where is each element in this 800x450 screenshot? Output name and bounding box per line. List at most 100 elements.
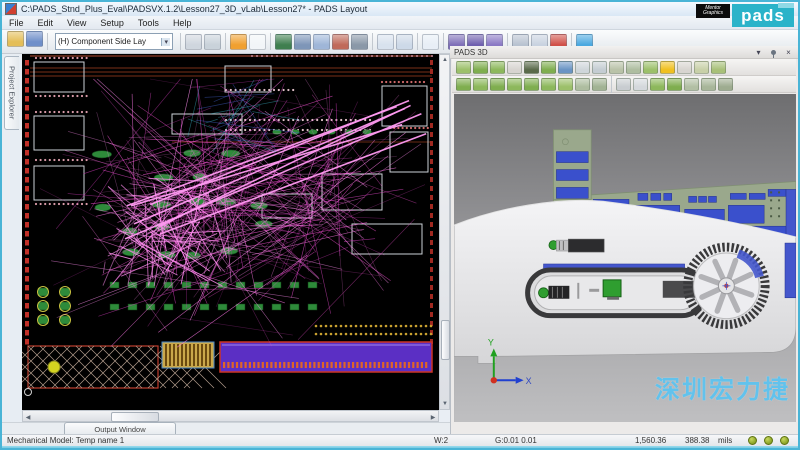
toolbar-separator <box>611 76 612 93</box>
spin-3d-icon[interactable] <box>490 61 505 74</box>
panel-buttons: ▾ × <box>753 47 794 57</box>
scroll-up-icon[interactable]: ▲ <box>440 55 450 65</box>
front-view-icon[interactable] <box>473 78 488 91</box>
export-3d-icon[interactable] <box>694 61 709 74</box>
pads-logo-tag <box>778 3 794 8</box>
components-3d-icon[interactable] <box>541 61 556 74</box>
pcb-2d-canvas[interactable] <box>22 54 439 410</box>
menu-view[interactable]: View <box>60 16 93 29</box>
status-indicator-icon[interactable] <box>748 436 757 445</box>
file-icon-group <box>6 31 44 52</box>
status-x-coord: 1,560.36 <box>635 436 666 445</box>
scroll-down-icon[interactable]: ▼ <box>440 399 450 409</box>
toolbar-separator <box>225 33 226 50</box>
redo-icon[interactable] <box>396 34 413 50</box>
panel-pin-icon[interactable] <box>768 47 779 57</box>
redo-view-icon[interactable] <box>667 78 682 91</box>
orbit-3d-icon[interactable] <box>473 61 488 74</box>
layer-fit-icon[interactable] <box>718 78 733 91</box>
panel-close-icon[interactable]: × <box>783 47 794 57</box>
chevron-down-icon[interactable]: ▾ <box>161 38 170 46</box>
right-view-icon[interactable] <box>524 78 539 91</box>
toolbar-separator <box>270 33 271 50</box>
probe-3d-icon[interactable] <box>626 61 641 74</box>
toolbar-separator <box>47 33 48 50</box>
output-window-label: Output Window <box>94 425 145 434</box>
move-mode-icon[interactable] <box>351 34 368 50</box>
left-view-icon[interactable] <box>507 78 522 91</box>
stadium-slot-3d[interactable] <box>528 264 707 316</box>
module-3d[interactable] <box>549 239 604 252</box>
align-3d-icon[interactable] <box>643 61 658 74</box>
pcb-2d-view[interactable] <box>22 54 439 410</box>
top-view-icon[interactable] <box>541 78 556 91</box>
tab-project-explorer[interactable]: Project Explorer <box>4 56 19 130</box>
board-view-icon[interactable] <box>275 34 292 50</box>
pads-3d-titlebar[interactable]: PADS 3D ▾ × <box>450 46 798 59</box>
back-view-icon[interactable] <box>490 78 505 91</box>
status-y-coord: 388.38 <box>685 436 709 445</box>
menu-tools[interactable]: Tools <box>131 16 166 29</box>
layer-dropdown[interactable]: (H) Component Side Lay ▾ <box>55 33 173 50</box>
pan-3d-icon[interactable] <box>592 61 607 74</box>
measure-3d-icon[interactable] <box>609 61 624 74</box>
window-3d-icon[interactable] <box>507 61 522 74</box>
photo-view-icon[interactable] <box>313 34 330 50</box>
hscroll-thumb[interactable] <box>111 412 159 422</box>
window-frame-bottom <box>2 446 798 450</box>
iso-view-icon[interactable] <box>456 78 471 91</box>
add-route-icon[interactable] <box>332 34 349 50</box>
menu-help[interactable]: Help <box>166 16 199 29</box>
zoom-3d-icon[interactable] <box>575 61 590 74</box>
mentor-graphics-logo: Mentor Graphics <box>696 4 730 18</box>
layer-down-icon[interactable] <box>701 78 716 91</box>
menu-edit[interactable]: Edit <box>31 16 61 29</box>
y-axis-label: Y <box>488 337 494 347</box>
grid-icon[interactable] <box>294 34 311 50</box>
pads-logo: pads <box>732 4 794 27</box>
notepad-icon[interactable] <box>249 34 266 50</box>
bottom-view-icon[interactable] <box>558 78 573 91</box>
open-folder-icon[interactable] <box>7 31 24 47</box>
status-indicator-icon[interactable] <box>764 436 773 445</box>
snap-points-icon[interactable] <box>616 78 631 91</box>
save-icon[interactable] <box>26 31 43 47</box>
pointer-3d-icon[interactable] <box>456 61 471 74</box>
pcb-3d-viewport[interactable]: Y X 深圳宏力捷 <box>454 94 796 422</box>
menu-file[interactable]: File <box>2 16 31 29</box>
rotate-cw-icon[interactable] <box>575 78 590 91</box>
report-3d-icon[interactable] <box>677 61 692 74</box>
vertical-scrollbar[interactable]: ▲ ▼ <box>439 54 450 410</box>
app-icon <box>5 3 17 15</box>
horizontal-scrollbar[interactable]: ◀ ▶ <box>22 410 439 422</box>
status-indicator-icon[interactable] <box>780 436 789 445</box>
cursor-3d-icon[interactable] <box>633 78 648 91</box>
project-explorer-label: Project Explorer <box>8 66 17 119</box>
menu-bar: File Edit View Setup Tools Help <box>2 16 798 30</box>
refresh-icon[interactable] <box>204 34 221 50</box>
settings-3d-icon[interactable] <box>711 61 726 74</box>
status-message: Mechanical Model: Temp name 1 <box>7 436 124 445</box>
housing-3d-icon[interactable] <box>558 61 573 74</box>
vscroll-thumb[interactable] <box>441 320 450 360</box>
brand-logo: Mentor Graphics pads <box>696 4 794 27</box>
selection-filter-icon[interactable] <box>230 34 247 50</box>
new-window-icon[interactable] <box>185 34 202 50</box>
pads-3d-toolbar-row1 <box>452 59 796 76</box>
undo-icon[interactable] <box>377 34 394 50</box>
status-units: mils <box>718 436 732 445</box>
zoom-icon[interactable] <box>422 34 439 50</box>
rotate-ccw-icon[interactable] <box>592 78 607 91</box>
title-bar: C:\PADS_Stnd_Plus_Eval\PADSVX.1.2\Lesson… <box>2 2 798 16</box>
watermark-text: 深圳宏力捷 <box>655 370 790 406</box>
collision-warning-icon[interactable] <box>660 61 675 74</box>
undo-view-icon[interactable] <box>650 78 665 91</box>
board-3d-icon[interactable] <box>524 61 539 74</box>
layer-up-icon[interactable] <box>684 78 699 91</box>
toolbar-separator <box>372 33 373 50</box>
menu-setup[interactable]: Setup <box>93 16 131 29</box>
toolbar-separator <box>180 33 181 50</box>
scroll-right-icon[interactable]: ▶ <box>428 412 438 422</box>
panel-collapse-icon[interactable]: ▾ <box>753 47 764 57</box>
scroll-left-icon[interactable]: ◀ <box>23 412 33 422</box>
